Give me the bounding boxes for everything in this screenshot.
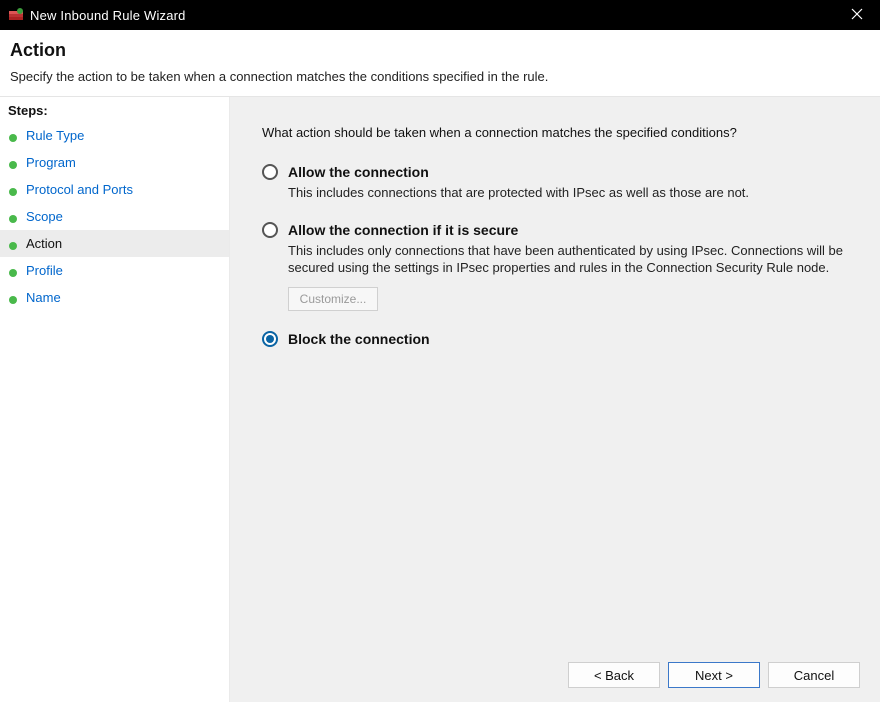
action-options: Allow the connection This includes conne… bbox=[262, 164, 852, 347]
step-program[interactable]: Program bbox=[0, 149, 229, 176]
bullet-icon bbox=[8, 266, 18, 276]
window-title: New Inbound Rule Wizard bbox=[30, 8, 186, 23]
option-allow-secure: Allow the connection if it is secure Thi… bbox=[262, 222, 852, 311]
step-label: Profile bbox=[26, 263, 63, 278]
option-allow-head[interactable]: Allow the connection bbox=[262, 164, 852, 180]
option-allow-secure-title: Allow the connection if it is secure bbox=[288, 222, 518, 238]
action-prompt: What action should be taken when a conne… bbox=[262, 125, 852, 140]
step-label: Rule Type bbox=[26, 128, 84, 143]
option-allow: Allow the connection This includes conne… bbox=[262, 164, 852, 202]
radio-allow-secure[interactable] bbox=[262, 222, 278, 238]
step-name[interactable]: Name bbox=[0, 284, 229, 311]
option-block-head[interactable]: Block the connection bbox=[262, 331, 852, 347]
bullet-icon bbox=[8, 185, 18, 195]
page-subtitle: Specify the action to be taken when a co… bbox=[10, 69, 868, 84]
bullet-icon bbox=[8, 239, 18, 249]
bullet-icon bbox=[8, 212, 18, 222]
radio-block[interactable] bbox=[262, 331, 278, 347]
customize-button: Customize... bbox=[288, 287, 378, 311]
option-allow-secure-desc: This includes only connections that have… bbox=[288, 242, 848, 277]
step-label: Action bbox=[26, 236, 62, 251]
step-profile[interactable]: Profile bbox=[0, 257, 229, 284]
option-allow-title: Allow the connection bbox=[288, 164, 429, 180]
page-title: Action bbox=[10, 40, 868, 61]
bullet-icon bbox=[8, 293, 18, 303]
radio-allow[interactable] bbox=[262, 164, 278, 180]
close-button[interactable] bbox=[834, 0, 880, 30]
main-panel: What action should be taken when a conne… bbox=[230, 97, 880, 702]
bullet-icon bbox=[8, 131, 18, 141]
bullet-icon bbox=[8, 158, 18, 168]
wizard-header: Action Specify the action to be taken wh… bbox=[0, 30, 880, 97]
firewall-icon bbox=[8, 7, 24, 23]
option-allow-secure-head[interactable]: Allow the connection if it is secure bbox=[262, 222, 852, 238]
close-icon bbox=[851, 8, 863, 23]
cancel-button[interactable]: Cancel bbox=[768, 662, 860, 688]
steps-heading: Steps: bbox=[0, 97, 229, 122]
option-block-title: Block the connection bbox=[288, 331, 430, 347]
option-allow-desc: This includes connections that are prote… bbox=[288, 184, 848, 202]
step-rule-type[interactable]: Rule Type bbox=[0, 122, 229, 149]
titlebar: New Inbound Rule Wizard bbox=[0, 0, 880, 30]
next-button[interactable]: Next > bbox=[668, 662, 760, 688]
titlebar-left: New Inbound Rule Wizard bbox=[8, 7, 186, 23]
steps-sidebar: Steps: Rule Type Program Protocol and Po… bbox=[0, 97, 230, 702]
wizard-content: Steps: Rule Type Program Protocol and Po… bbox=[0, 97, 880, 702]
back-button[interactable]: < Back bbox=[568, 662, 660, 688]
wizard-footer: < Back Next > Cancel bbox=[568, 662, 860, 688]
step-scope[interactable]: Scope bbox=[0, 203, 229, 230]
step-label: Name bbox=[26, 290, 61, 305]
step-label: Program bbox=[26, 155, 76, 170]
option-block: Block the connection bbox=[262, 331, 852, 347]
step-label: Protocol and Ports bbox=[26, 182, 133, 197]
step-action[interactable]: Action bbox=[0, 230, 229, 257]
step-label: Scope bbox=[26, 209, 63, 224]
step-protocol-ports[interactable]: Protocol and Ports bbox=[0, 176, 229, 203]
